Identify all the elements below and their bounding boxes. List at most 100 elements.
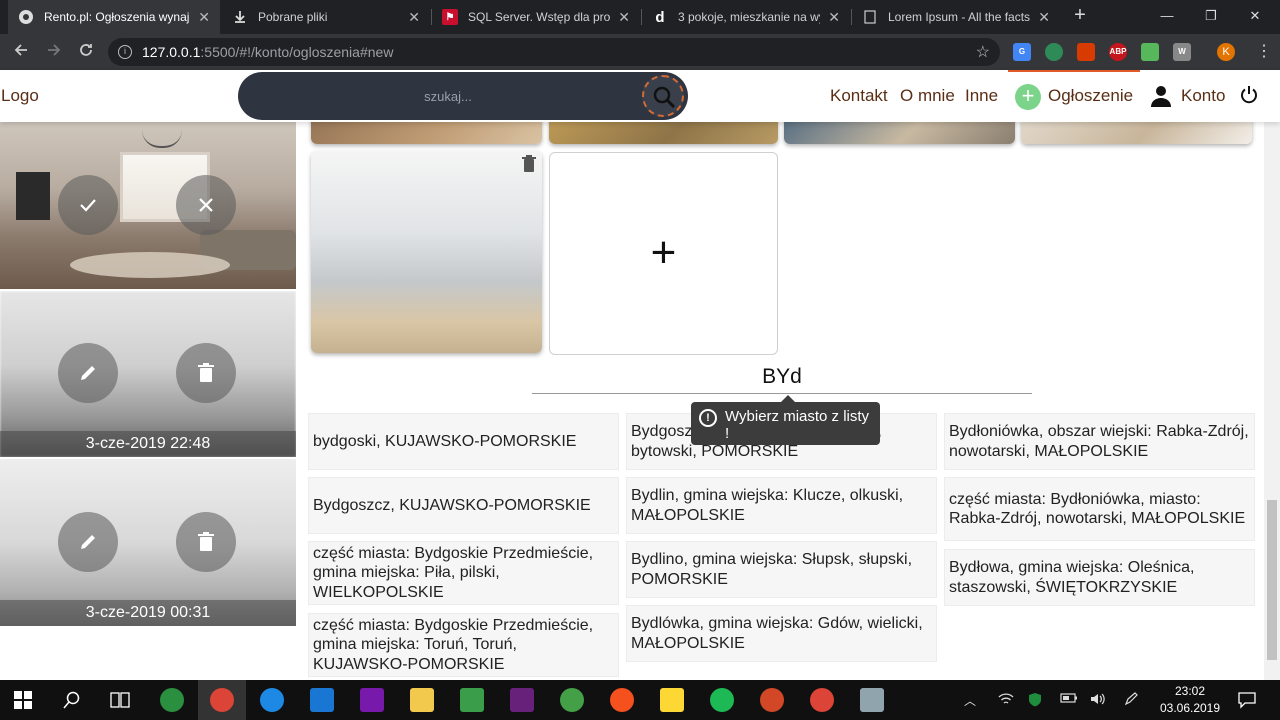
photo-thumbnail[interactable] xyxy=(784,122,1015,144)
city-suggestion[interactable]: Bydlówka, gmina wiejska: Gdów, wielicki,… xyxy=(626,605,937,662)
utorrent-icon[interactable] xyxy=(560,688,584,712)
site-info-icon[interactable]: i xyxy=(118,45,132,59)
security-shield-icon[interactable] xyxy=(1028,692,1042,710)
file-explorer-icon[interactable] xyxy=(410,688,434,712)
adblock-plus-icon[interactable]: ABP xyxy=(1109,43,1127,61)
globe-extension-icon[interactable] xyxy=(1045,43,1063,61)
search-icon[interactable] xyxy=(63,691,81,709)
excel-icon[interactable] xyxy=(460,688,484,712)
photo-thumbnail[interactable] xyxy=(1021,122,1252,144)
delete-button[interactable] xyxy=(176,512,236,572)
powerpoint-icon[interactable] xyxy=(760,688,784,712)
spotify-icon[interactable] xyxy=(710,688,734,712)
photo-thumbnail[interactable] xyxy=(549,122,778,144)
city-suggestion[interactable]: część miasta: Bydłoniówka, miasto: Rabka… xyxy=(944,477,1255,541)
add-photo-button[interactable]: + xyxy=(549,152,778,355)
search-input[interactable] xyxy=(258,84,638,108)
scrollbar-thumb[interactable] xyxy=(1267,500,1277,660)
reject-button[interactable] xyxy=(176,175,236,235)
task-view-icon[interactable] xyxy=(110,691,130,709)
nav-other-link[interactable]: Inne xyxy=(965,86,998,106)
listing-card[interactable]: 3-cze-2019 22:48 xyxy=(0,291,296,457)
nav-about-link[interactable]: O mnie xyxy=(900,86,955,106)
tab-close-icon[interactable]: ✕ xyxy=(408,9,420,26)
vscode-icon[interactable] xyxy=(310,688,334,712)
tab-title: Pobrane pliki xyxy=(258,10,328,24)
browser-tab-otodom[interactable]: d 3 pokoje, mieszkanie na wy ✕ xyxy=(642,0,850,34)
accept-button[interactable] xyxy=(58,175,118,235)
chrome-icon[interactable] xyxy=(810,688,834,712)
tab-close-icon[interactable]: ✕ xyxy=(828,9,840,26)
browser-tab-lorem[interactable]: Lorem Ipsum - All the facts ✕ xyxy=(852,0,1060,34)
green-extension-icon[interactable] xyxy=(1141,43,1159,61)
add-listing-plus-icon[interactable]: + xyxy=(1015,84,1041,110)
browser-tab-rento[interactable]: Rento.pl: Ogłoszenia wynajmu ✕ xyxy=(8,0,220,34)
trash-icon[interactable] xyxy=(522,155,536,173)
city-input[interactable] xyxy=(532,360,1032,394)
chrome-icon[interactable] xyxy=(210,688,234,712)
city-suggestion[interactable]: Bydłowa, gmina wiejska: Oleśnica, staszo… xyxy=(944,549,1255,606)
browser-tab-sql[interactable]: ⚑ SQL Server. Wstęp dla prog ✕ xyxy=(432,0,640,34)
browser-tab-downloads[interactable]: Pobrane pliki ✕ xyxy=(222,0,430,34)
reload-button[interactable] xyxy=(76,42,96,62)
back-button[interactable] xyxy=(11,42,31,62)
wappalyzer-extension-icon[interactable]: W xyxy=(1173,43,1191,61)
check-icon xyxy=(80,199,96,212)
edit-button[interactable] xyxy=(58,343,118,403)
windows-start-icon[interactable] xyxy=(14,691,32,709)
postman-icon[interactable] xyxy=(610,688,634,712)
photo-thumbnail[interactable] xyxy=(311,122,542,144)
new-tab-button[interactable]: + xyxy=(1070,5,1090,26)
tab-title: Lorem Ipsum - All the facts xyxy=(888,10,1031,24)
taskbar-app-icon[interactable] xyxy=(860,688,884,712)
city-suggestion[interactable]: Bydłoniówka, obszar wiejski: Rabka-Zdrój… xyxy=(944,413,1255,470)
city-suggestion[interactable]: bydgoski, KUJAWSKO-POMORSKIE xyxy=(308,413,619,470)
taskbar-app-icon[interactable] xyxy=(160,688,184,712)
page-favicon-icon xyxy=(862,9,878,25)
listing-card[interactable]: 3-cze-2019 00:31 xyxy=(0,459,296,626)
search-bar xyxy=(238,72,688,120)
city-suggestion[interactable]: Bydlin, gmina wiejska: Klucze, olkuski, … xyxy=(626,477,937,534)
battery-icon[interactable] xyxy=(1060,692,1078,707)
office-extension-icon[interactable] xyxy=(1077,43,1095,61)
system-clock[interactable]: 23:02 03.06.2019 xyxy=(1150,683,1230,717)
wifi-icon[interactable] xyxy=(998,692,1014,709)
forward-button[interactable] xyxy=(44,42,64,62)
window-minimize-button[interactable]: — xyxy=(1155,6,1179,26)
power-icon[interactable] xyxy=(1239,85,1259,105)
notifications-icon[interactable] xyxy=(1238,691,1256,709)
google-translate-extension-icon[interactable]: G xyxy=(1013,43,1031,61)
volume-icon[interactable] xyxy=(1090,692,1106,709)
window-maximize-button[interactable]: ❐ xyxy=(1199,6,1223,26)
bookmark-star-icon[interactable]: ☆ xyxy=(976,42,990,62)
listing-card[interactable] xyxy=(0,122,296,289)
city-suggestion[interactable]: część miasta: Bydgoskie Przedmieście, gm… xyxy=(308,613,619,677)
tab-close-icon[interactable]: ✕ xyxy=(198,9,210,26)
photo-thumbnail[interactable] xyxy=(311,151,542,353)
nav-contact-link[interactable]: Kontakt xyxy=(830,86,888,106)
city-suggestion[interactable]: Bydlino, gmina wiejska: Słupsk, słupski,… xyxy=(626,541,937,598)
delete-button[interactable] xyxy=(176,343,236,403)
trash-icon xyxy=(198,363,214,382)
nav-account-link[interactable]: Konto xyxy=(1181,86,1225,106)
city-suggestion[interactable]: część miasta: Bydgoskie Przedmieście, gm… xyxy=(308,541,619,605)
edit-button[interactable] xyxy=(58,512,118,572)
address-bar[interactable]: i 127.0.0.1:5500/#!/konto/ogloszenia#new… xyxy=(108,38,1000,66)
onenote-icon[interactable] xyxy=(360,688,384,712)
window-close-button[interactable]: ✕ xyxy=(1243,6,1267,26)
user-icon[interactable] xyxy=(1149,84,1173,108)
tray-chevron-icon[interactable]: ︿ xyxy=(964,692,976,709)
pen-icon[interactable] xyxy=(1124,692,1140,709)
tab-close-icon[interactable]: ✕ xyxy=(1038,9,1050,26)
logo-link[interactable]: Logo xyxy=(1,86,39,106)
sticky-notes-icon[interactable] xyxy=(660,688,684,712)
tab-close-icon[interactable]: ✕ xyxy=(618,9,630,26)
visual-studio-icon[interactable] xyxy=(510,688,534,712)
profile-avatar[interactable]: K xyxy=(1217,43,1235,61)
city-suggestion[interactable]: Bydgoszcz, KUJAWSKO-POMORSKIE xyxy=(308,477,619,534)
edge-icon[interactable] xyxy=(260,688,284,712)
page-scrollbar[interactable] xyxy=(1264,122,1280,680)
search-button[interactable] xyxy=(642,75,684,117)
nav-listing-link[interactable]: Ogłoszenie xyxy=(1048,86,1133,106)
browser-menu-icon[interactable]: ⋮ xyxy=(1256,43,1272,61)
